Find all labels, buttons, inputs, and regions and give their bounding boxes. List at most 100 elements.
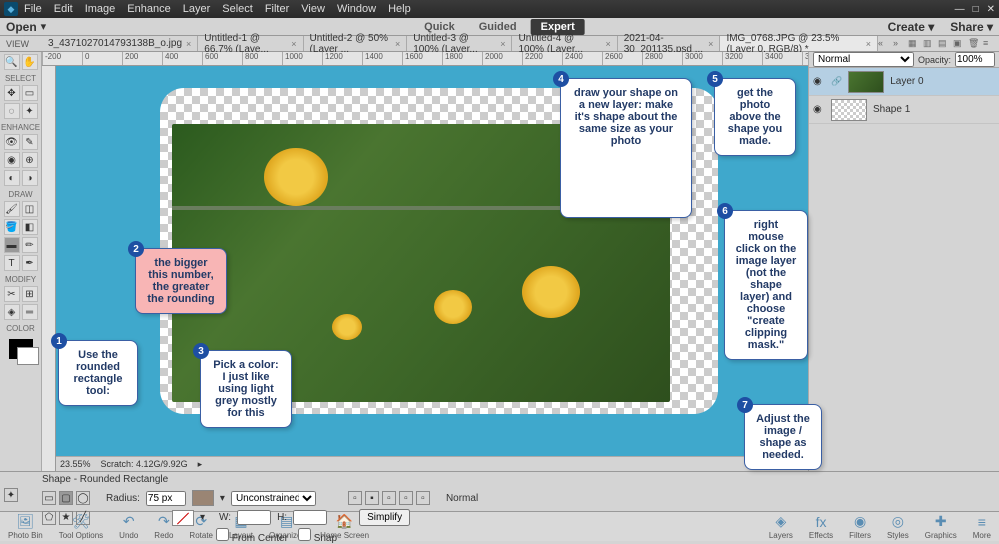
shape-line[interactable]: ╱ — [76, 511, 90, 525]
exclude-shape-icon[interactable]: ▫ — [416, 491, 430, 505]
simplify-button[interactable]: Simplify — [359, 509, 410, 526]
layout-icon[interactable]: ▦ — [908, 38, 920, 50]
whiten-tool[interactable]: ✎ — [22, 134, 38, 150]
layout-icon[interactable]: ▣ — [953, 38, 965, 50]
intersect-shape-icon[interactable]: ▫ — [399, 491, 413, 505]
crop-tool[interactable]: ✂ — [4, 286, 20, 302]
brush-tool[interactable]: 🖌 — [4, 201, 20, 217]
layer-name[interactable]: Layer 0 — [890, 76, 923, 87]
straighten-tool[interactable]: ═ — [22, 304, 38, 320]
tab-close-icon[interactable]: × — [186, 39, 191, 49]
content-tool[interactable]: ◈ — [4, 304, 20, 320]
menu-edit[interactable]: Edit — [54, 3, 73, 15]
doc-tab[interactable]: Untitled-1 @ 66.7% (Laye...× — [198, 36, 303, 51]
height-input[interactable] — [293, 510, 327, 525]
doc-tab[interactable]: Untitled-4 @ 100% (Layer...× — [512, 36, 617, 51]
shape-roundrect[interactable]: ▢ — [59, 491, 73, 505]
tab-close-icon[interactable]: × — [291, 39, 296, 49]
share-button[interactable]: Share ▾ — [950, 20, 993, 34]
blur-tool[interactable]: ◐ — [4, 170, 20, 186]
sponge-tool[interactable]: ◑ — [22, 170, 38, 186]
menu-select[interactable]: Select — [222, 3, 253, 15]
width-input[interactable] — [237, 510, 271, 525]
doc-tab[interactable]: 3_4371027014793138B_o.jpg× — [42, 36, 198, 51]
shape-tool[interactable]: ▬ — [4, 237, 20, 253]
new-layer-icon[interactable]: ▫ — [348, 491, 362, 505]
layer-row[interactable]: ◉ 🔗 Layer 0 — [809, 68, 999, 96]
tab-close-icon[interactable]: × — [708, 39, 713, 49]
link-icon[interactable]: 🔗 — [831, 76, 842, 87]
tab-close-icon[interactable]: × — [866, 39, 871, 49]
visibility-icon[interactable]: ◉ — [813, 76, 825, 87]
create-button[interactable]: Create ▾ — [888, 20, 935, 34]
menu-view[interactable]: View — [301, 3, 325, 15]
stroke-none-swatch[interactable] — [172, 510, 194, 526]
menu-help[interactable]: Help — [388, 3, 411, 15]
minimize-icon[interactable]: — — [955, 4, 965, 15]
layout-icon[interactable]: ▥ — [923, 38, 935, 50]
add-shape-icon[interactable]: ▪ — [365, 491, 379, 505]
fill-tool[interactable]: 🪣 — [4, 219, 20, 235]
redeye-tool[interactable]: 👁 — [4, 134, 20, 150]
menu-layer[interactable]: Layer — [183, 3, 211, 15]
recompose-tool[interactable]: ⊞ — [22, 286, 38, 302]
spot-tool[interactable]: ◉ — [4, 152, 20, 168]
nav-prev-icon[interactable]: « — [878, 38, 890, 50]
layer-thumbnail[interactable] — [831, 99, 867, 121]
foreground-color[interactable] — [9, 339, 33, 359]
radius-input[interactable] — [146, 491, 186, 506]
swatch-dropdown-icon[interactable]: ▾ — [220, 493, 225, 504]
maximize-icon[interactable]: □ — [973, 4, 979, 15]
doc-tab-active[interactable]: IMG_0768.JPG @ 23.5% (Layer 0, RGB/8) *× — [720, 36, 878, 51]
pen-tool[interactable]: ✒ — [22, 255, 38, 271]
gradient-tool[interactable]: ◧ — [22, 219, 38, 235]
open-dropdown-icon[interactable]: ▾ — [41, 20, 47, 33]
tab-close-icon[interactable]: × — [500, 39, 505, 49]
zoom-tool[interactable]: 🔍 — [4, 54, 20, 70]
shape-rect[interactable]: ▭ — [42, 491, 56, 505]
trash-icon[interactable]: 🗑 — [968, 38, 980, 50]
marquee-tool[interactable]: ▭ — [22, 85, 38, 101]
clone-tool[interactable]: ⊕ — [22, 152, 38, 168]
shape-ellipse[interactable]: ◯ — [76, 491, 90, 505]
doc-tab[interactable]: Untitled-2 @ 50% (Layer ...× — [304, 36, 408, 51]
layer-name[interactable]: Shape 1 — [873, 104, 910, 115]
text-tool[interactable]: T — [4, 255, 20, 271]
close-icon[interactable]: ✕ — [987, 4, 995, 15]
constrain-select[interactable]: Unconstrained — [231, 491, 316, 506]
hand-tool[interactable]: ✋ — [22, 54, 38, 70]
menu-filter[interactable]: Filter — [265, 3, 289, 15]
open-button[interactable]: Open — [6, 20, 37, 34]
wand-tool[interactable]: ✦ — [22, 103, 38, 119]
photo-bin-button[interactable]: 🖼Photo Bin — [8, 514, 43, 540]
visibility-icon[interactable]: ◉ — [813, 104, 825, 115]
menu-image[interactable]: Image — [85, 3, 116, 15]
swatch-dropdown-icon[interactable]: ▾ — [200, 512, 205, 523]
doc-tab[interactable]: Untitled-3 @ 100% (Layer...× — [407, 36, 512, 51]
opacity-input[interactable] — [955, 52, 995, 67]
layer-row[interactable]: ◉ Shape 1 — [809, 96, 999, 124]
doc-tab[interactable]: 2021-04-30_201135.psd ...× — [618, 36, 721, 51]
layer-thumbnail[interactable] — [848, 71, 884, 93]
layout-icon[interactable]: ▤ — [938, 38, 950, 50]
subtract-shape-icon[interactable]: ▫ — [382, 491, 396, 505]
eraser-tool[interactable]: ◫ — [22, 201, 38, 217]
menu-enhance[interactable]: Enhance — [127, 3, 170, 15]
lasso-tool[interactable]: ◌ — [4, 103, 20, 119]
ruler-vertical — [42, 66, 56, 471]
shape-star[interactable]: ★ — [59, 511, 73, 525]
from-center-checkbox[interactable]: From Center — [216, 528, 288, 544]
menu-file[interactable]: File — [24, 3, 42, 15]
move-tool[interactable]: ✥ — [4, 85, 20, 101]
tab-close-icon[interactable]: × — [605, 39, 610, 49]
tab-close-icon[interactable]: × — [395, 39, 400, 49]
menu-icon[interactable]: ≡ — [983, 38, 995, 50]
status-dropdown-icon[interactable]: ▸ — [198, 459, 203, 470]
snap-checkbox[interactable]: Snap — [298, 528, 337, 544]
fill-color-swatch[interactable] — [192, 490, 214, 506]
shape-polygon[interactable]: ⬠ — [42, 511, 56, 525]
menu-window[interactable]: Window — [337, 3, 376, 15]
nav-next-icon[interactable]: » — [893, 38, 905, 50]
pencil-tool[interactable]: ✏ — [22, 237, 38, 253]
shape-custom[interactable]: ✦ — [4, 488, 18, 502]
